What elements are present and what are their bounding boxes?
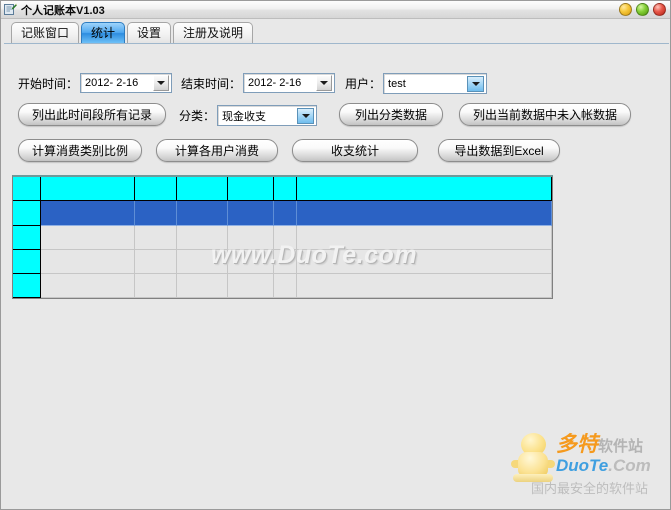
window-title: 个人记账本V1.03 — [21, 4, 105, 17]
end-time-input[interactable]: 2012- 2-16 — [243, 73, 336, 93]
category-field-group: 分类： 现金收支 — [179, 105, 318, 126]
logo-cn-sub: 软件站 — [598, 438, 644, 455]
window-controls — [619, 3, 666, 16]
table-cell[interactable] — [297, 201, 553, 226]
table-cell[interactable] — [273, 226, 298, 250]
row-header-cell[interactable] — [13, 177, 41, 201]
tab-register-help[interactable]: 注册及说明 — [173, 22, 254, 43]
table-cell[interactable] — [227, 250, 274, 274]
table-cell[interactable] — [40, 201, 135, 226]
user-value: test — [388, 77, 406, 90]
tab-ledger-window[interactable]: 记账窗口 — [11, 22, 80, 43]
income-expense-stats-button[interactable]: 收支统计 — [292, 139, 418, 162]
row-header-cell[interactable] — [13, 201, 41, 226]
column-header-cell[interactable] — [40, 177, 135, 201]
column-header-cell[interactable] — [273, 177, 298, 201]
calc-category-ratio-button[interactable]: 计算消费类别比例 — [18, 139, 142, 162]
user-field-group: 用户： test — [345, 73, 488, 94]
table-cell[interactable] — [176, 274, 228, 298]
duote-logo: 多特软件站 DuoTe.Com 国内最安全的软件站 — [509, 431, 664, 503]
table-row[interactable] — [13, 226, 553, 250]
chevron-down-icon[interactable] — [467, 75, 485, 92]
row-header-cell[interactable] — [13, 274, 41, 298]
category-select[interactable]: 现金收支 — [217, 105, 318, 126]
table-cell[interactable] — [176, 226, 228, 250]
start-time-label: 开始时间： — [18, 76, 79, 91]
data-grid[interactable] — [12, 175, 553, 299]
close-button[interactable] — [653, 3, 666, 16]
table-cell[interactable] — [297, 274, 553, 298]
table-cell[interactable] — [134, 226, 177, 250]
table-cell[interactable] — [176, 250, 228, 274]
table-row[interactable] — [13, 177, 553, 201]
tab-bar: 记账窗口 统计 设置 注册及说明 — [1, 19, 670, 43]
table-cell[interactable] — [134, 201, 177, 226]
table-row[interactable] — [13, 250, 553, 274]
title-bar: 个人记账本V1.03 — [1, 1, 670, 19]
table-cell[interactable] — [40, 226, 135, 250]
calc-user-spending-button[interactable]: 计算各用户消费 — [156, 139, 278, 162]
row-header-cell[interactable] — [13, 250, 41, 274]
user-select[interactable]: test — [383, 73, 488, 94]
tab-statistics[interactable]: 统计 — [81, 22, 126, 43]
chevron-down-icon[interactable] — [316, 75, 333, 91]
table-cell[interactable] — [297, 250, 553, 274]
table-row[interactable] — [13, 201, 553, 226]
table-cell[interactable] — [176, 201, 228, 226]
column-header-cell[interactable] — [176, 177, 228, 201]
table-cell[interactable] — [227, 274, 274, 298]
table-cell[interactable] — [227, 226, 274, 250]
column-header-cell[interactable] — [134, 177, 177, 201]
end-time-label: 结束时间： — [181, 76, 242, 91]
end-time-field-group: 结束时间： 2012- 2-16 — [181, 73, 336, 93]
list-unposted-data-button[interactable]: 列出当前数据中未入帐数据 — [459, 103, 631, 126]
export-to-excel-button[interactable]: 导出数据到Excel — [438, 139, 560, 162]
maximize-button[interactable] — [636, 3, 649, 16]
minimize-button[interactable] — [619, 3, 632, 16]
chevron-down-icon[interactable] — [153, 75, 170, 91]
start-time-input[interactable]: 2012- 2-16 — [80, 73, 173, 93]
table-row[interactable] — [13, 274, 553, 298]
table-cell[interactable] — [297, 226, 553, 250]
list-category-data-button[interactable]: 列出分类数据 — [339, 103, 443, 126]
table-cell[interactable] — [273, 250, 298, 274]
table-cell[interactable] — [134, 250, 177, 274]
start-time-field-group: 开始时间： 2012- 2-16 — [18, 73, 173, 93]
table-cell[interactable] — [40, 274, 135, 298]
table-cell[interactable] — [134, 274, 177, 298]
logo-slogan: 国内最安全的软件站 — [531, 481, 649, 496]
column-header-cell[interactable] — [297, 177, 553, 201]
category-value: 现金收支 — [222, 110, 267, 123]
list-all-records-button[interactable]: 列出此时间段所有记录 — [18, 103, 166, 126]
table-cell[interactable] — [227, 201, 274, 226]
chevron-down-icon[interactable] — [297, 107, 315, 124]
end-time-value: 2012- 2-16 — [248, 77, 302, 89]
row-header-cell[interactable] — [13, 226, 41, 250]
logo-en-sub: .Com — [608, 456, 651, 475]
tab-settings[interactable]: 设置 — [127, 22, 172, 43]
category-label: 分类： — [179, 109, 216, 123]
logo-chinese-name: 多特软件站 — [556, 433, 643, 458]
table-cell[interactable] — [40, 250, 135, 274]
user-label: 用户： — [345, 77, 382, 91]
table-cell[interactable] — [273, 274, 298, 298]
column-header-cell[interactable] — [227, 177, 274, 201]
logo-en-main: DuoTe — [556, 456, 609, 475]
logo-cn-main: 多特 — [556, 433, 598, 456]
logo-english-name: DuoTe.Com — [556, 457, 651, 475]
table-cell[interactable] — [273, 201, 298, 226]
start-time-value: 2012- 2-16 — [85, 77, 139, 89]
application-window: 个人记账本V1.03 记账窗口 统计 设置 注册及说明 开始时间： 2012- … — [0, 0, 671, 510]
notepad-pencil-icon — [4, 3, 17, 16]
mascot-icon — [511, 433, 555, 483]
